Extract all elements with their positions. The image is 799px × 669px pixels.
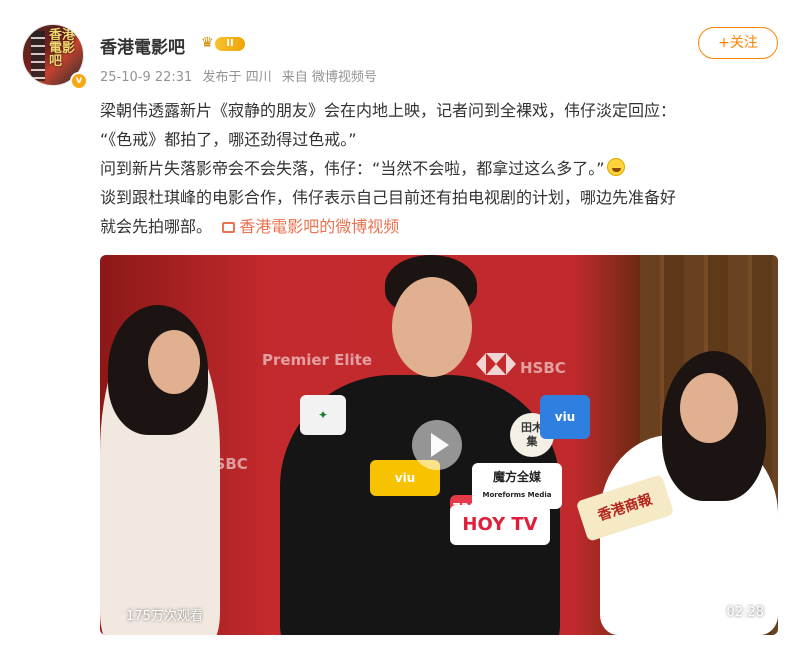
reporter-right-face	[680, 373, 738, 443]
mic-hk-commercial-daily-label: 香港商報	[595, 491, 655, 525]
content-line-3: 问到新片失落影帝会不会失落，伟仔：“当然不会啦，都拿过这么多了。”	[100, 154, 785, 183]
member-level-badge[interactable]: ♛ II	[201, 35, 247, 53]
post-location: 发布于 四川	[202, 70, 272, 85]
post-meta: 25-10-9 22:31 发布于 四川 来自 微博视频号	[100, 66, 383, 85]
content-line-2: “《色戒》都拍了，哪还劲得过色戒。”	[100, 130, 357, 149]
video-link-label: 香港電影吧的微博视频	[239, 217, 400, 236]
content-line-3-text: 问到新片失落影帝会不会失落，伟仔：“当然不会啦，都拿过这么多了。”	[100, 159, 605, 178]
level-badge-label: II	[215, 37, 245, 51]
avatar-film-strip	[31, 31, 45, 81]
laughing-emoji-icon	[606, 158, 625, 176]
post-content: 梁朝伟透露新片《寂静的朋友》会在内地上映，记者问到全裸戏，伟仔淡定回应： “《色…	[100, 96, 785, 241]
post-timestamp[interactable]: 25-10-9 22:31	[100, 70, 192, 85]
video-link[interactable]: 香港電影吧的微博视频	[222, 217, 399, 236]
content-line-4: 谈到跟杜琪峰的电影合作，伟仔表示自己目前还有拍电视剧的计划，哪边先准备好	[100, 188, 677, 207]
avatar-text: 香港電影吧	[49, 28, 76, 69]
video-player[interactable]: Premier Elite HSBC HSBC ✦ viu 730 魔方全媒 M…	[100, 255, 778, 635]
verified-badge-icon: v	[70, 72, 88, 90]
reporter-left-face	[148, 330, 200, 394]
mic-viu-blue-label: viu	[554, 410, 576, 424]
mic-moreforms-label: 魔方全媒	[492, 470, 541, 484]
mic-tvb: ✦	[300, 395, 346, 435]
mic-moreforms: 魔方全媒 Moreforms Media	[472, 463, 562, 509]
mic-hoy-label: HOY TV	[462, 514, 538, 535]
backdrop-premier-text: Premier Elite	[262, 351, 373, 369]
content-line-5-text: 就会先拍哪部。	[100, 217, 213, 236]
interviewee-face	[392, 277, 472, 377]
mic-viu-label: viu	[394, 471, 416, 485]
follow-button[interactable]: +关注	[698, 27, 778, 59]
video-link-icon	[222, 222, 236, 233]
avatar[interactable]: 香港電影吧 v	[22, 24, 88, 90]
backdrop-hsbc-text-right: HSBC	[520, 359, 566, 377]
content-line-5: 就会先拍哪部。 香港電影吧的微博视频	[100, 212, 785, 241]
post-source[interactable]: 来自 微博视频号	[282, 70, 377, 85]
username[interactable]: 香港電影吧	[100, 33, 185, 58]
hsbc-logo-icon	[476, 353, 516, 375]
mic-moreforms-sub: Moreforms Media	[482, 491, 552, 499]
content-line-1: 梁朝伟透露新片《寂静的朋友》会在内地上映，记者问到全裸戏，伟仔淡定回应：	[100, 101, 677, 120]
video-duration: 02:28	[726, 605, 764, 620]
mic-viu-blue: viu	[540, 395, 590, 439]
mic-hoy: HOY TV	[450, 505, 550, 545]
view-count: 175万次观看	[126, 609, 203, 624]
play-button[interactable]	[412, 420, 462, 470]
